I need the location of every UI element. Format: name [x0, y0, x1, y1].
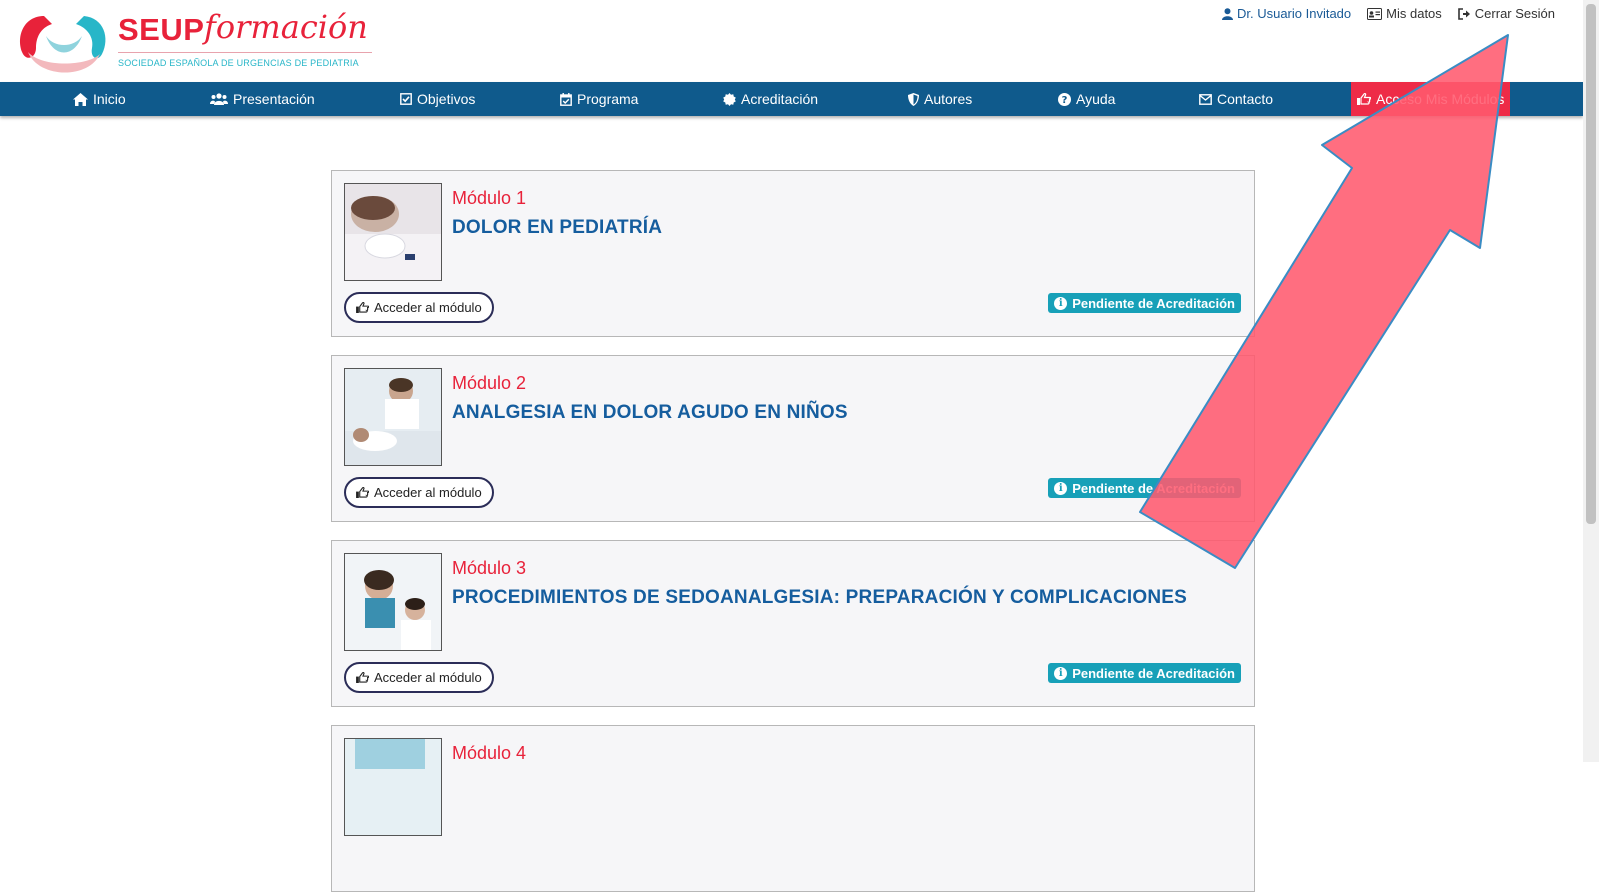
status-badge-label: Pendiente de Acreditación — [1072, 295, 1235, 311]
svg-text:?: ? — [1062, 95, 1068, 106]
module-thumbnail — [344, 368, 442, 466]
nav-programa-label: Programa — [577, 91, 639, 107]
nav-contacto[interactable]: Contacto — [1199, 82, 1273, 116]
logo-subtitle: SOCIEDAD ESPAÑOLA DE URGENCIAS DE PEDIAT… — [118, 58, 359, 68]
module-card: Módulo 2 ANALGESIA EN DOLOR AGUDO EN NIÑ… — [331, 355, 1255, 522]
access-module-button[interactable]: Acceder al módulo — [344, 662, 494, 693]
nav-acreditacion-label: Acreditación — [741, 91, 819, 107]
logo-emblem-icon — [20, 16, 106, 73]
logo-brand: SEUP — [118, 12, 205, 47]
nav-acceso-label: Acceso Mis Módulos — [1376, 91, 1505, 107]
logo-script: formación — [204, 8, 368, 46]
nav-autores[interactable]: Autores — [908, 82, 972, 116]
info-icon: i — [1054, 296, 1068, 310]
logout-link[interactable]: Cerrar Sesión — [1457, 6, 1555, 21]
access-module-label: Acceder al módulo — [374, 485, 482, 500]
nav-presentacion[interactable]: Presentación — [210, 82, 315, 116]
nav-autores-label: Autores — [924, 91, 973, 107]
hand-pointer-icon — [1357, 93, 1371, 105]
question-circle-icon: ? — [1058, 92, 1071, 106]
nav-inicio-label: Inicio — [93, 91, 126, 107]
info-icon: i — [1054, 481, 1068, 495]
module-number: Módulo 1 — [452, 188, 527, 208]
top-links: Dr. Usuario Invitado Mis datos Cerrar Se… — [1221, 6, 1555, 21]
nav-acreditacion[interactable]: Acreditación — [723, 82, 818, 116]
status-badge: i Pendiente de Acreditación — [1048, 663, 1241, 683]
nav-objetivos[interactable]: Objetivos — [400, 82, 475, 116]
seup-logo[interactable]: SEUP formación SOCIEDAD ESPAÑOLA DE URGE… — [14, 8, 374, 76]
user-icon — [1221, 7, 1233, 20]
status-badge-label: Pendiente de Acreditación — [1072, 480, 1235, 496]
hand-pointer-icon — [356, 487, 369, 498]
hand-pointer-icon — [356, 672, 369, 683]
status-badge-label: Pendiente de Acreditación — [1072, 665, 1235, 681]
module-number: Módulo 4 — [452, 743, 527, 763]
user-link-label: Dr. Usuario Invitado — [1236, 6, 1352, 21]
nav-objetivos-label: Objetivos — [417, 91, 476, 107]
user-link[interactable]: Dr. Usuario Invitado — [1221, 6, 1352, 21]
module-card: Módulo 4 — [331, 725, 1255, 892]
vertical-scrollbar[interactable] — [1583, 0, 1599, 762]
status-badge: i Pendiente de Acreditación — [1048, 478, 1241, 498]
certificate-icon — [723, 92, 736, 106]
nav-ayuda[interactable]: ? Ayuda — [1058, 82, 1115, 116]
header: SEUP formación SOCIEDAD ESPAÑOLA DE URGE… — [0, 0, 1583, 82]
logout-label: Cerrar Sesión — [1474, 6, 1555, 21]
status-badge: i Pendiente de Acreditación — [1048, 293, 1241, 313]
module-number: Módulo 3 — [452, 558, 527, 578]
my-data-label: Mis datos — [1386, 6, 1442, 21]
envelope-icon — [1199, 93, 1212, 105]
my-data-link[interactable]: Mis datos — [1367, 6, 1442, 21]
main-nav: Inicio Presentación Objetivos Programa A… — [0, 82, 1583, 116]
module-title[interactable]: DOLOR EN PEDIATRÍA — [452, 217, 662, 239]
nav-contacto-label: Contacto — [1217, 91, 1274, 107]
id-card-icon — [1367, 7, 1383, 20]
scrollbar-thumb[interactable] — [1586, 4, 1596, 524]
nav-presentacion-label: Presentación — [233, 91, 315, 107]
access-module-button[interactable]: Acceder al módulo — [344, 292, 494, 323]
module-thumbnail — [344, 738, 442, 836]
check-square-icon — [400, 93, 412, 105]
module-number: Módulo 2 — [452, 373, 527, 393]
access-module-label: Acceder al módulo — [374, 670, 482, 685]
nav-ayuda-label: Ayuda — [1076, 91, 1116, 107]
home-icon — [73, 92, 88, 106]
hand-pointer-icon — [356, 302, 369, 313]
info-icon: i — [1054, 666, 1068, 680]
module-title[interactable]: ANALGESIA EN DOLOR AGUDO EN NIÑOS — [452, 402, 848, 424]
nav-acceso-mis-modulos[interactable]: Acceso Mis Módulos — [1351, 82, 1511, 116]
module-thumbnail — [344, 553, 442, 651]
logo-divider — [118, 52, 372, 53]
nav-inicio[interactable]: Inicio — [73, 82, 126, 116]
nav-programa[interactable]: Programa — [560, 82, 638, 116]
access-module-label: Acceder al módulo — [374, 300, 482, 315]
users-icon — [210, 93, 228, 105]
access-module-button[interactable]: Acceder al módulo — [344, 477, 494, 508]
sign-out-icon — [1457, 7, 1470, 20]
module-title[interactable]: PROCEDIMIENTOS DE SEDOANALGESIA: PREPARA… — [452, 587, 1187, 609]
module-card: Módulo 3 PROCEDIMIENTOS DE SEDOANALGESIA… — [331, 540, 1255, 707]
calendar-check-icon — [560, 92, 572, 106]
shield-icon — [908, 92, 919, 106]
module-thumbnail — [344, 183, 442, 281]
module-card: Módulo 1 DOLOR EN PEDIATRÍA Acceder al m… — [331, 170, 1255, 337]
